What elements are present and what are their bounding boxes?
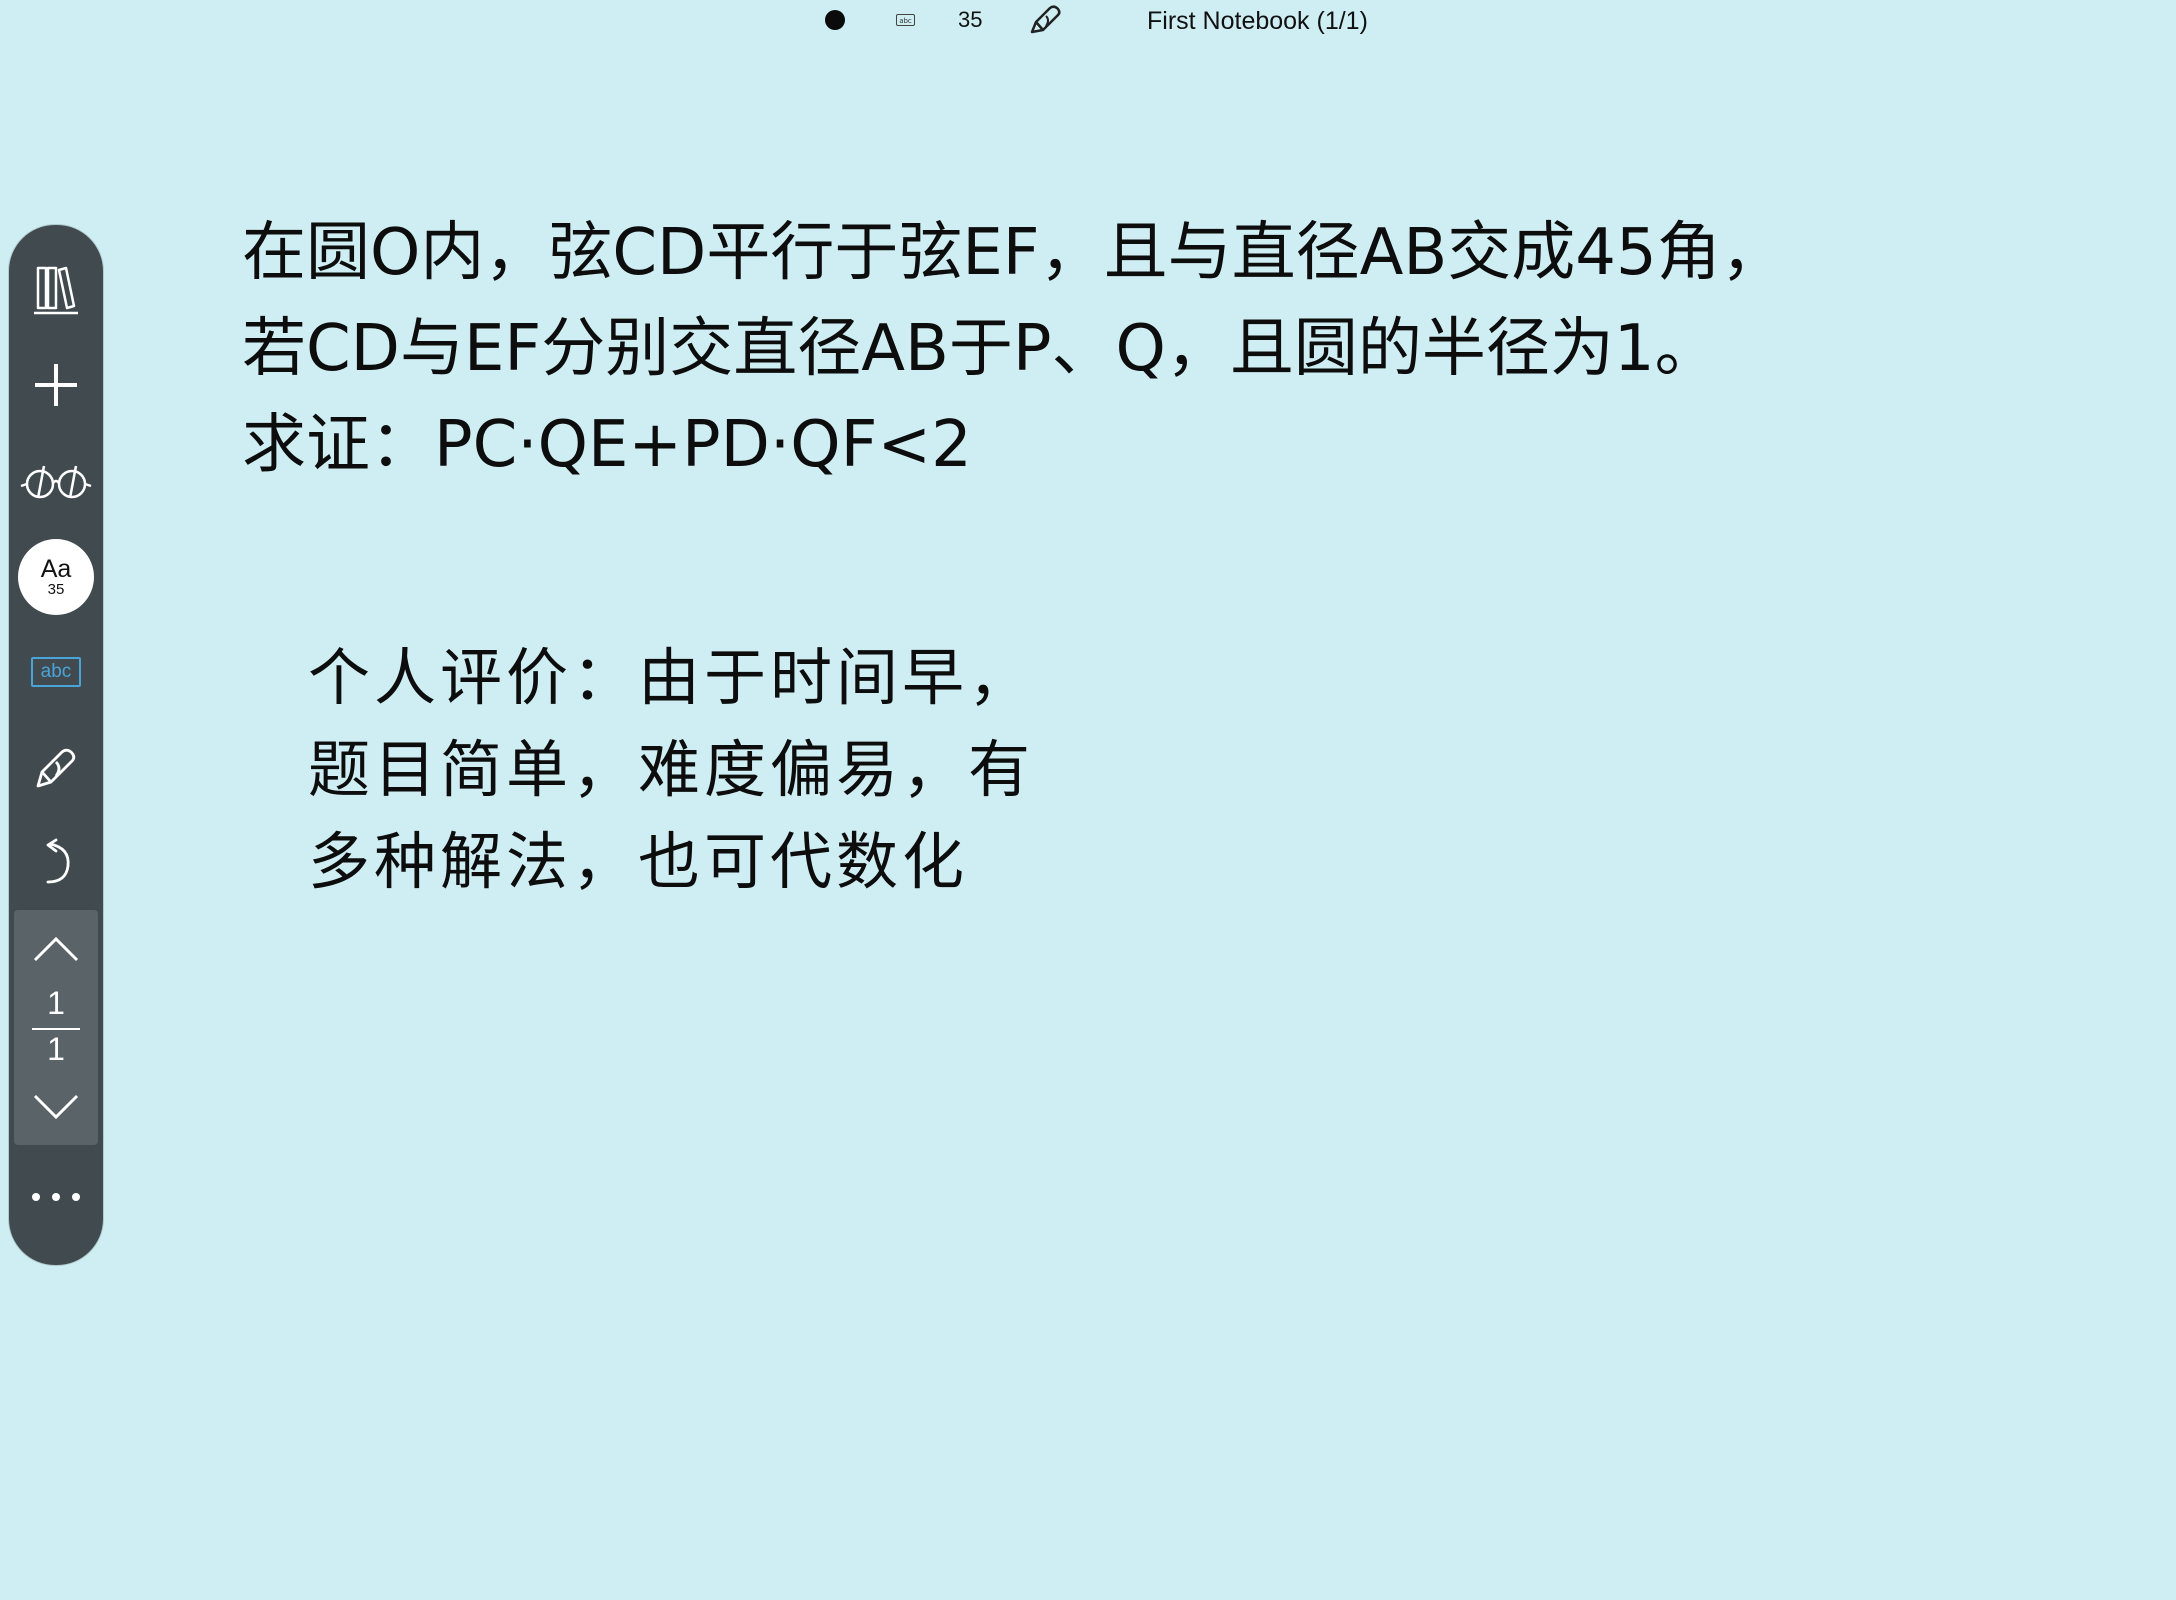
current-page: 1 xyxy=(47,985,65,1021)
pen-icon[interactable] xyxy=(1028,4,1064,36)
ellipsis-icon xyxy=(32,1193,80,1201)
text-recognition-button[interactable]: abc xyxy=(9,632,103,712)
undo-icon xyxy=(46,838,70,884)
chevron-down-icon xyxy=(33,1094,79,1120)
comment-line: 多种解法，也可代数化 xyxy=(308,825,969,898)
page-up-button[interactable] xyxy=(14,924,98,974)
font-size-indicator[interactable]: 35 xyxy=(958,7,982,33)
problem-line: 求证：PC·QE+PD·QF<2 xyxy=(242,408,972,482)
pen-icon xyxy=(36,748,76,788)
problem-line: 若CD与EF分别交直径AB于P、Q，且圆的半径为1。 xyxy=(242,312,1719,386)
notebook-title: First Notebook (1/1) xyxy=(1147,7,1368,35)
chevron-up-icon xyxy=(33,936,79,962)
left-toolbar: Aa 35 abc 1 1 xyxy=(9,225,103,1265)
page-navigator: 1 1 xyxy=(14,910,98,1145)
font-button-label: Aa xyxy=(40,555,72,583)
font-size-circle: Aa 35 xyxy=(18,539,94,615)
problem-text[interactable]: 在圆O内，弦CD平行于弦EF，且与直径AB交成45角， 若CD与EF分别交直径A… xyxy=(242,205,2062,493)
library-button[interactable] xyxy=(9,250,103,330)
font-size-button[interactable]: Aa 35 xyxy=(9,537,103,617)
plus-icon xyxy=(35,364,77,406)
comment-line: 个人评价：由于时间早， xyxy=(308,641,1035,714)
more-options-button[interactable] xyxy=(9,1157,103,1237)
font-button-size: 35 xyxy=(47,581,65,598)
abc-icon: abc xyxy=(31,657,81,687)
comment-line: 题目简单，难度偏易，有 xyxy=(308,733,1035,806)
library-icon xyxy=(34,266,78,315)
pen-tool-button[interactable] xyxy=(9,728,103,808)
comment-text[interactable]: 个人评价：由于时间早， 题目简单，难度偏易，有 多种解法，也可代数化 xyxy=(308,632,1208,908)
glasses-icon xyxy=(20,465,92,499)
page-down-button[interactable] xyxy=(14,1082,98,1132)
view-button[interactable] xyxy=(9,442,103,522)
text-mode-icon[interactable]: abc xyxy=(896,14,915,26)
add-page-button[interactable] xyxy=(9,345,103,425)
total-pages: 1 xyxy=(47,1031,65,1067)
status-bar: abc 35 First Notebook (1/1) xyxy=(0,0,2176,44)
page-divider xyxy=(32,1028,80,1030)
problem-line: 在圆O内，弦CD平行于弦EF，且与直径AB交成45角， xyxy=(242,216,1785,290)
undo-button[interactable] xyxy=(9,823,103,903)
pen-color-dot[interactable] xyxy=(825,10,845,30)
